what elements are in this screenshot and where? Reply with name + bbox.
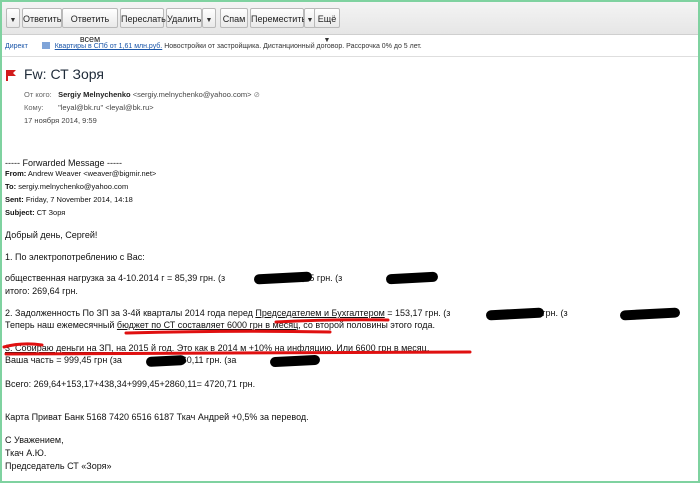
sign-3: Председатель СТ «Зоря» [5, 461, 112, 471]
red-underline [274, 318, 390, 324]
red-underline [4, 350, 472, 356]
card-line: Карта Приват Банк 5168 7420 6516 6187 Тк… [5, 412, 309, 422]
red-underline [2, 342, 44, 349]
red-annotations [2, 318, 472, 356]
sign-2: Ткач А.Ю. [5, 448, 47, 458]
total-line: Всего: 269,64+153,17+438,34+999,45+2860,… [5, 379, 256, 389]
mail-window: ▼ Ответить Ответить всем Переслать Удали… [0, 0, 700, 483]
red-underline [124, 329, 332, 335]
sign-1: С Уважением, [5, 435, 64, 445]
